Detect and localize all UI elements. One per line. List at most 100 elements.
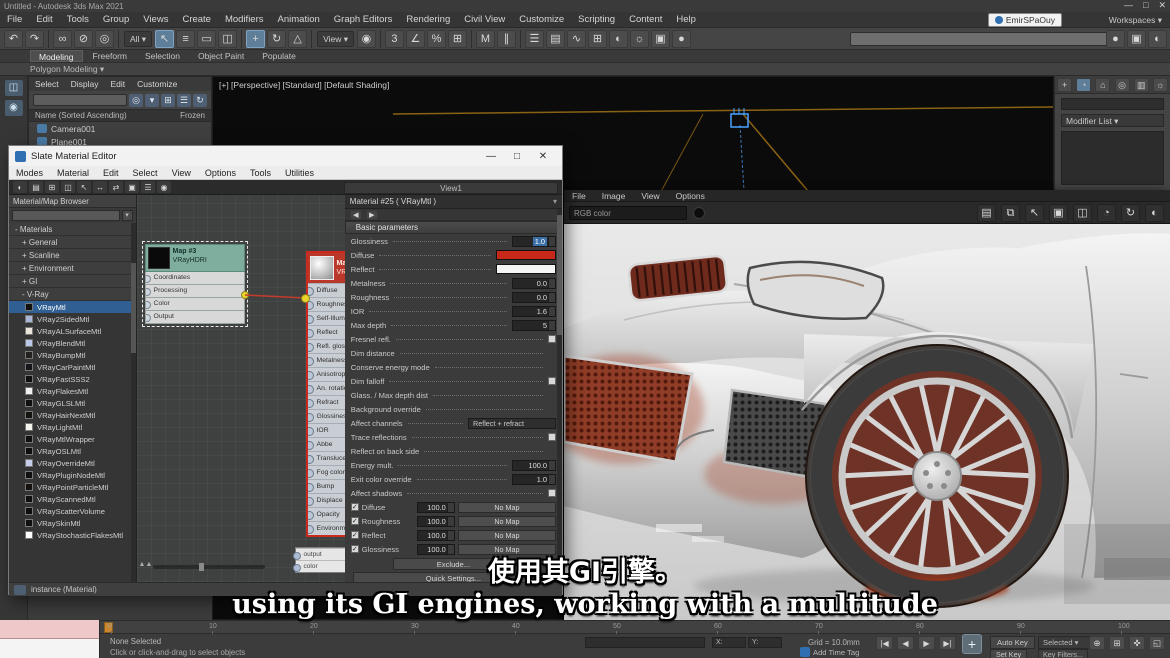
mtl-node-slot-roughness[interactable]: Roughness [308, 297, 345, 311]
account-chip[interactable]: EmirSPaOuy [988, 13, 1062, 27]
copy-image-icon[interactable]: ⧉ [1001, 204, 1020, 222]
mtl-node-slot-abbe[interactable]: Abbe [308, 437, 345, 451]
browser-material-vrayhairnextmtl[interactable]: VRayHairNextMtl [9, 409, 136, 421]
material-editor-window-controls[interactable]: —□✕ [478, 151, 556, 162]
menu-content[interactable]: Content [622, 12, 669, 28]
go-start-icon[interactable]: |◀ [876, 636, 893, 650]
render-again-icon[interactable]: ◐ [1145, 204, 1164, 222]
spinner[interactable]: 5 [512, 320, 556, 331]
spinner[interactable]: 1.0 [512, 474, 556, 485]
checkbox[interactable] [548, 433, 556, 441]
browser-material-vrayskinmtl[interactable]: VRaySkinMtl [9, 517, 136, 529]
checkbox[interactable] [548, 489, 556, 497]
curve-editor-icon[interactable]: ∿ [567, 30, 586, 48]
map-node-output-socket[interactable] [241, 291, 249, 299]
explorer-sync-icon[interactable]: ↻ [193, 94, 207, 107]
mtl-node-slot-reflect[interactable]: Reflect [308, 325, 345, 339]
maximize-viewport-icon[interactable]: ◱ [1149, 636, 1165, 650]
node-view-canvas[interactable]: Map #3 VRayHDRI CoordinatesProcessingCol… [137, 195, 345, 582]
menu-tools[interactable]: Tools [60, 12, 96, 28]
select-pixel-icon[interactable]: ↖ [1025, 204, 1044, 222]
named-selection-field[interactable] [585, 637, 705, 648]
select-object-icon[interactable]: ↖ [155, 30, 174, 48]
clone-window-icon[interactable]: ▣ [1049, 204, 1068, 222]
undo-icon[interactable]: ↶ [4, 30, 23, 48]
ref-coord-dropdown[interactable]: View ▾ [317, 31, 354, 47]
use-pivot-icon[interactable]: ◉ [357, 30, 376, 48]
me-minimize-icon[interactable]: — [478, 151, 504, 162]
ribbon-tab-freeform[interactable]: Freeform [85, 50, 135, 62]
explorer-lock-icon[interactable]: ⊞ [161, 94, 175, 107]
parameter-scrollbar[interactable] [557, 209, 562, 582]
material-name-header[interactable]: Material #25 ( VRayMtl )▾ [345, 195, 562, 209]
mtl-node-slot-diffuse[interactable]: Diffuse [308, 283, 345, 297]
utilities-tab[interactable]: ☼ [1153, 78, 1168, 92]
auto-key-button[interactable]: Auto Key [990, 636, 1035, 649]
track-bar-timeline[interactable]: 0102030405060708090100 [100, 620, 1170, 634]
explorer-menu-display[interactable]: Display [65, 76, 105, 92]
zoom-all-icon[interactable]: ⊞ [1109, 636, 1125, 650]
mtl-node-slot-ior[interactable]: IOR [308, 423, 345, 437]
map-checkbox[interactable]: ✓ [351, 531, 359, 539]
map-amount-spinner[interactable]: 100.0 [417, 502, 455, 513]
render-last-icon[interactable]: ◐ [1148, 30, 1167, 48]
material-editor-titlebar[interactable]: Slate Material Editor —□✕ [9, 146, 562, 166]
listener-pane[interactable] [0, 639, 99, 658]
browser-filter-icon[interactable]: ▾ [122, 210, 133, 221]
menu-create[interactable]: Create [175, 12, 218, 28]
render-preset-icon[interactable]: ● [1106, 30, 1125, 48]
play-icon[interactable]: ▶ [918, 636, 935, 650]
browser-material-vrayfastsss2[interactable]: VRayFastSSS2 [9, 373, 136, 385]
modifier-stack-list[interactable] [1061, 131, 1164, 185]
mtl-node-input-socket[interactable] [301, 294, 310, 303]
toggle-ribbon-icon[interactable]: ▤ [546, 30, 565, 48]
minimize-icon[interactable]: — [1124, 0, 1133, 11]
mtl-node-slot-refract[interactable]: Refract [308, 395, 345, 409]
mtl-node-slot-self-illum[interactable]: Self-Illum [308, 311, 345, 325]
param-editor-toggle-icon[interactable]: ◉ [157, 181, 171, 193]
rect-region-icon[interactable]: ▭ [197, 30, 216, 48]
render-menu-view[interactable]: View [633, 188, 667, 204]
browser-material-vraycarpaintmtl[interactable]: VRayCarPaintMtl [9, 361, 136, 373]
modifier-list-dropdown[interactable]: Modifier List ▾ [1061, 114, 1164, 127]
me-menu-select[interactable]: Select [126, 165, 165, 181]
menu-scripting[interactable]: Scripting [571, 12, 622, 28]
select-link-icon[interactable]: ∞ [53, 30, 72, 48]
browser-group-v-ray[interactable]: - V-Ray [9, 288, 136, 301]
me-menu-tools[interactable]: Tools [243, 165, 278, 181]
channels-icon[interactable]: ◫ [1073, 204, 1092, 222]
browser-toggle-icon[interactable]: ☰ [141, 181, 155, 193]
mtl-node-slot-fog-color[interactable]: Fog color [308, 465, 345, 479]
create-tab[interactable]: + [1057, 78, 1072, 92]
me-maximize-icon[interactable]: □ [504, 151, 530, 162]
browser-search-input[interactable] [12, 210, 120, 221]
menu-file[interactable]: File [0, 12, 29, 28]
spinner[interactable]: 1.6 [512, 306, 556, 317]
toolbar-search-field[interactable] [850, 32, 1118, 46]
explorer-filter-icon[interactable]: ▾ [145, 94, 159, 107]
set-key-button[interactable]: Set Key [990, 649, 1027, 658]
bind-spacewarp-icon[interactable]: ◎ [95, 30, 114, 48]
snap-toggle-icon[interactable]: 3 [385, 30, 404, 48]
mtl-node-slot-glossiness[interactable]: Glossiness [308, 409, 345, 423]
menu-modifiers[interactable]: Modifiers [218, 12, 271, 28]
me-menu-options[interactable]: Options [198, 165, 243, 181]
color-swatch[interactable] [496, 264, 556, 274]
save-image-icon[interactable]: ▤ [977, 204, 996, 222]
menu-edit[interactable]: Edit [29, 12, 59, 28]
rendered-frame-icon[interactable]: ▣ [651, 30, 670, 48]
me-close-icon[interactable]: ✕ [530, 151, 556, 162]
macro-recorder-pane[interactable] [0, 620, 99, 639]
mtl-node-slot-an-rotation[interactable]: An. rotation [308, 381, 345, 395]
checkbox[interactable] [548, 335, 556, 343]
ribbon-tab-object-paint[interactable]: Object Paint [190, 50, 252, 62]
map-node-slot-color[interactable]: Color [145, 298, 245, 311]
browser-material-vrayoverridemtl[interactable]: VRayOverrideMtl [9, 457, 136, 469]
scale-icon[interactable]: △ [288, 30, 307, 48]
column-name[interactable]: Name (Sorted Ascending) [29, 110, 174, 121]
menu-animation[interactable]: Animation [271, 12, 327, 28]
me-menu-utilities[interactable]: Utilities [278, 165, 321, 181]
motion-tab[interactable]: ◎ [1115, 78, 1130, 92]
mtl-node-slot-metalness[interactable]: Metalness [308, 353, 345, 367]
browser-material-vraystochasticflakesmtl[interactable]: VRayStochasticFlakesMtl [9, 529, 136, 541]
